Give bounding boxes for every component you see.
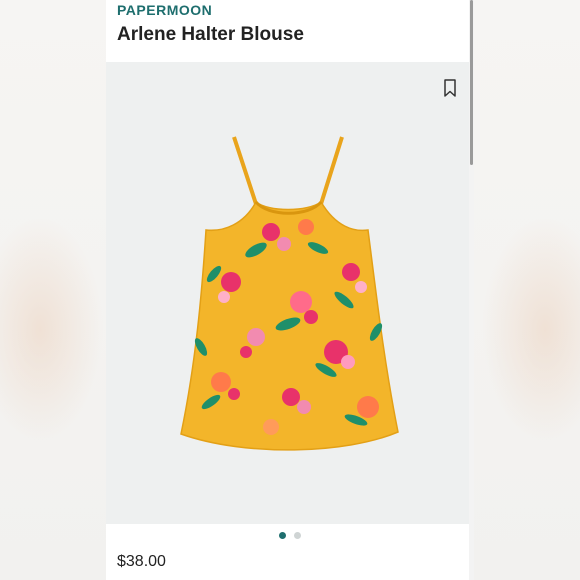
carousel-dot-1[interactable] — [279, 532, 286, 539]
product-title: Arlene Halter Blouse — [117, 24, 304, 45]
product-card: PAPERMOON Arlene Halter Blouse $38.00 — [106, 0, 474, 580]
carousel-dots — [106, 532, 474, 542]
product-price: $38.00 — [117, 553, 166, 570]
scrollbar[interactable] — [469, 0, 474, 580]
carousel-dot-2[interactable] — [294, 532, 301, 539]
bookmark-icon[interactable] — [443, 79, 457, 97]
scrollbar-thumb[interactable] — [470, 0, 473, 165]
brand-name: PAPERMOON — [117, 2, 213, 18]
product-image — [180, 136, 399, 451]
product-image-area[interactable] — [106, 62, 474, 524]
